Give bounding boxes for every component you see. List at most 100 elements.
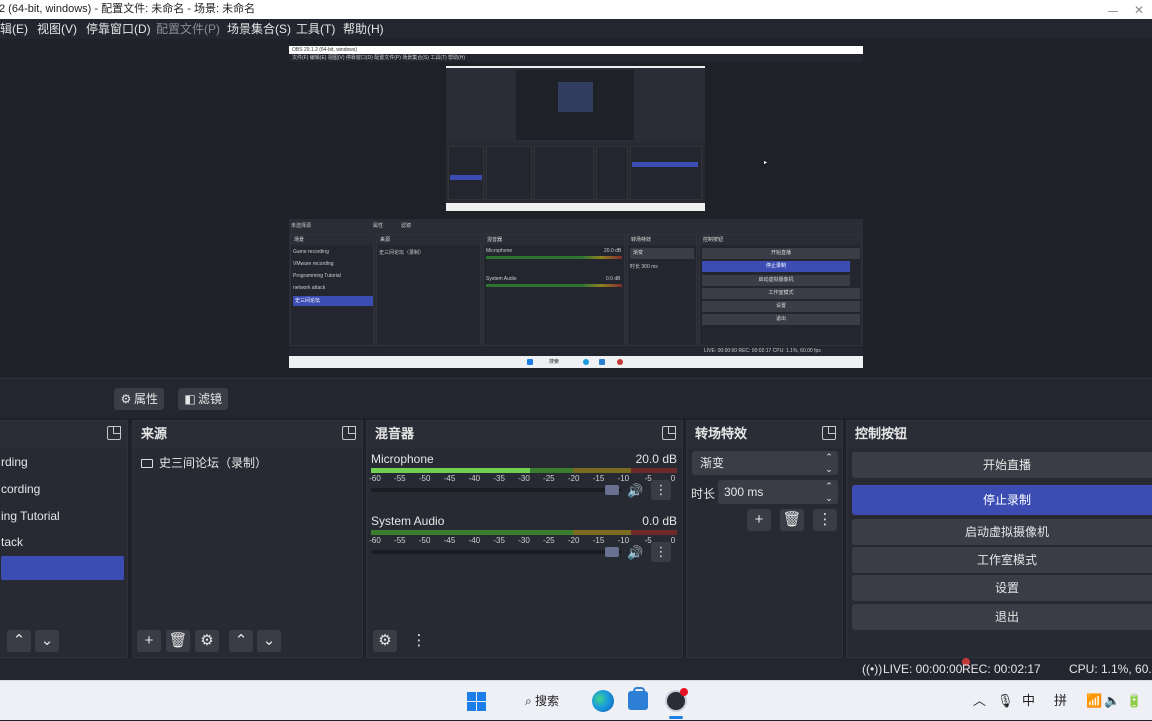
- dock-float-icon[interactable]: [342, 426, 356, 440]
- slider-knob[interactable]: [605, 547, 619, 557]
- meter-tick-label: -20: [567, 536, 580, 545]
- scene-item[interactable]: tack: [1, 530, 133, 554]
- menu-scene-collection[interactable]: 场景集合(S): [227, 19, 291, 39]
- virtual-camera-button[interactable]: 启动虚拟摄像机: [852, 519, 1152, 545]
- windows-start-icon[interactable]: [467, 692, 486, 711]
- scene-item[interactable]: ing Tutorial: [1, 504, 133, 528]
- controls-dock-title: 控制按钮: [847, 421, 1152, 447]
- meter-tick-label: -40: [468, 474, 481, 483]
- meter-tick-label: -15: [592, 474, 605, 483]
- menu-profile[interactable]: 配置文件(P): [156, 19, 220, 39]
- scene-item[interactable]: cording: [1, 477, 133, 501]
- speaker-icon[interactable]: 🔊: [627, 483, 643, 499]
- dock-float-icon[interactable]: [662, 426, 676, 440]
- slider-knob[interactable]: [605, 485, 619, 495]
- meter-tick-label: -10: [617, 536, 630, 545]
- speaker-icon[interactable]: 🔈: [1104, 681, 1120, 721]
- meter-tick-label: -20: [567, 474, 580, 483]
- gear-icon[interactable]: ⚙: [195, 630, 219, 652]
- add-source-icon[interactable]: +: [137, 630, 161, 652]
- menu-docks[interactable]: 停靠窗口(D): [86, 19, 151, 39]
- menu-edit[interactable]: 辑(E): [0, 19, 28, 39]
- mixer-dock-title: 混音器: [367, 421, 682, 447]
- scene-item-selected[interactable]: [1, 556, 124, 580]
- preview-canvas[interactable]: OBS 29.1.2 (64-bit, windows) 文件(F) 编辑(E)…: [289, 46, 863, 368]
- meter-tick-label: -45: [443, 536, 456, 545]
- move-down-icon[interactable]: ⌄: [35, 630, 59, 652]
- store-icon[interactable]: [628, 687, 648, 710]
- meter-tick-label: -30: [518, 536, 530, 545]
- move-up-icon[interactable]: ⌃: [7, 630, 31, 652]
- cpu-status: CPU: 1.1%, 60.00: [1069, 662, 1152, 676]
- chevron-up-icon[interactable]: ︿: [973, 681, 986, 721]
- filter-icon: ◧: [184, 392, 196, 406]
- battery-icon[interactable]: 🔋: [1126, 681, 1142, 721]
- ime-pinyin-indicator[interactable]: 拼: [1054, 681, 1067, 721]
- more-options-icon[interactable]: ⋮: [651, 542, 671, 562]
- dock-float-icon[interactable]: [822, 426, 836, 440]
- volume-slider[interactable]: [371, 485, 621, 495]
- trash-icon[interactable]: 🗑: [780, 509, 804, 531]
- scene-item[interactable]: rding: [1, 450, 133, 474]
- scenes-toolbar: ⌃ ⌄: [0, 627, 127, 657]
- more-options-icon[interactable]: ⋮: [651, 480, 671, 500]
- stop-recording-button[interactable]: 停止录制: [852, 485, 1152, 515]
- microphone-icon[interactable]: 🎙: [997, 681, 1014, 721]
- meter-tick-label: -15: [592, 536, 605, 545]
- settings-button[interactable]: 设置: [852, 575, 1152, 601]
- dock-float-icon[interactable]: [107, 426, 121, 440]
- transition-select[interactable]: 渐变 ⌃ ⌄: [692, 451, 838, 475]
- start-stream-button[interactable]: 开始直播: [852, 452, 1152, 478]
- live-status: LIVE: 00:00:00: [883, 662, 963, 676]
- advanced-audio-gear-icon[interactable]: ⚙: [373, 630, 397, 652]
- meter-tick-label: -45: [443, 474, 456, 483]
- volume-slider[interactable]: [371, 547, 621, 557]
- transitions-dock: 转场特效 渐变 ⌃ ⌄ 时长 300 ms ⌃ ⌄ + 🗑 ⋮: [686, 420, 843, 658]
- menu-help[interactable]: 帮助(H): [343, 19, 384, 39]
- gear-icon: ⚙: [120, 392, 132, 406]
- captured-taskbar: 搜索: [289, 356, 863, 368]
- minimize-button[interactable]: [1108, 2, 1118, 12]
- source-toolbar: ⚙ 属性 ◧ 滤镜: [0, 378, 1152, 418]
- meter-tick-label: -25: [543, 536, 555, 545]
- spin-arrows-icon: ⌃ ⌄: [825, 452, 833, 474]
- studio-mode-button[interactable]: 工作室模式: [852, 547, 1152, 573]
- edge-browser-icon[interactable]: [592, 690, 614, 712]
- duration-spinbox[interactable]: 300 ms ⌃ ⌄: [718, 480, 838, 504]
- channel-db: 20.0 dB: [635, 452, 677, 466]
- sources-dock: 来源 史三间论坛（录制） ◉ 🔒 + 🗑 ⚙ ⌃ ⌄: [132, 420, 485, 658]
- controls-dock: 控制按钮 开始直播 停止录制 启动虚拟摄像机 工作室模式 设置 退出: [846, 420, 1152, 658]
- source-name: 史三间论坛（录制）: [159, 456, 268, 470]
- captured-statusbar: LIVE: 00:00:00 REC: 00:02:17 CPU: 1.1%, …: [289, 346, 863, 356]
- os-taskbar: ⌕ 搜索 ︿ 🎙 中 拼 📶 🔈 🔋: [0, 680, 1152, 720]
- more-options-icon[interactable]: ⋮: [813, 509, 837, 531]
- spin-arrows-icon[interactable]: ⌃ ⌄: [824, 480, 834, 504]
- ime-mode-indicator[interactable]: 中: [1022, 681, 1035, 721]
- meter-tick-label: 0: [670, 474, 676, 483]
- menu-view[interactable]: 视图(V): [37, 19, 77, 39]
- captured-sources-dock: 来源 史三间论坛（录制）: [376, 234, 481, 346]
- sources-dock-title: 来源: [133, 421, 362, 447]
- wifi-icon[interactable]: 📶: [1086, 681, 1102, 721]
- move-up-icon[interactable]: ⌃: [229, 630, 253, 652]
- captured-titlebar: OBS 29.1.2 (64-bit, windows): [289, 46, 863, 54]
- more-options-icon[interactable]: ⋮: [407, 630, 431, 652]
- properties-button[interactable]: ⚙ 属性: [114, 388, 165, 410]
- volume-meter: [371, 530, 677, 535]
- meter-tick-label: -60: [369, 536, 381, 545]
- captured-scenes-dock: 场景 Game recording VMware recording Progr…: [290, 234, 374, 346]
- filters-button[interactable]: ◧ 滤镜: [178, 388, 229, 410]
- menu-tools[interactable]: 工具(T): [296, 19, 335, 39]
- volume-meter: [371, 468, 677, 473]
- trash-icon[interactable]: 🗑: [166, 630, 190, 652]
- nested-panels: [446, 142, 705, 204]
- close-icon[interactable]: ✕: [1134, 1, 1144, 20]
- add-transition-icon[interactable]: +: [747, 509, 771, 531]
- nested-taskbar: [446, 203, 705, 211]
- meter-tick-label: 0: [670, 536, 676, 545]
- move-down-icon[interactable]: ⌄: [257, 630, 281, 652]
- speaker-icon[interactable]: 🔊: [627, 545, 643, 561]
- taskbar-search-button[interactable]: ⌕ 搜索: [497, 687, 587, 715]
- meter-tick-label: -30: [518, 474, 530, 483]
- exit-button[interactable]: 退出: [852, 604, 1152, 630]
